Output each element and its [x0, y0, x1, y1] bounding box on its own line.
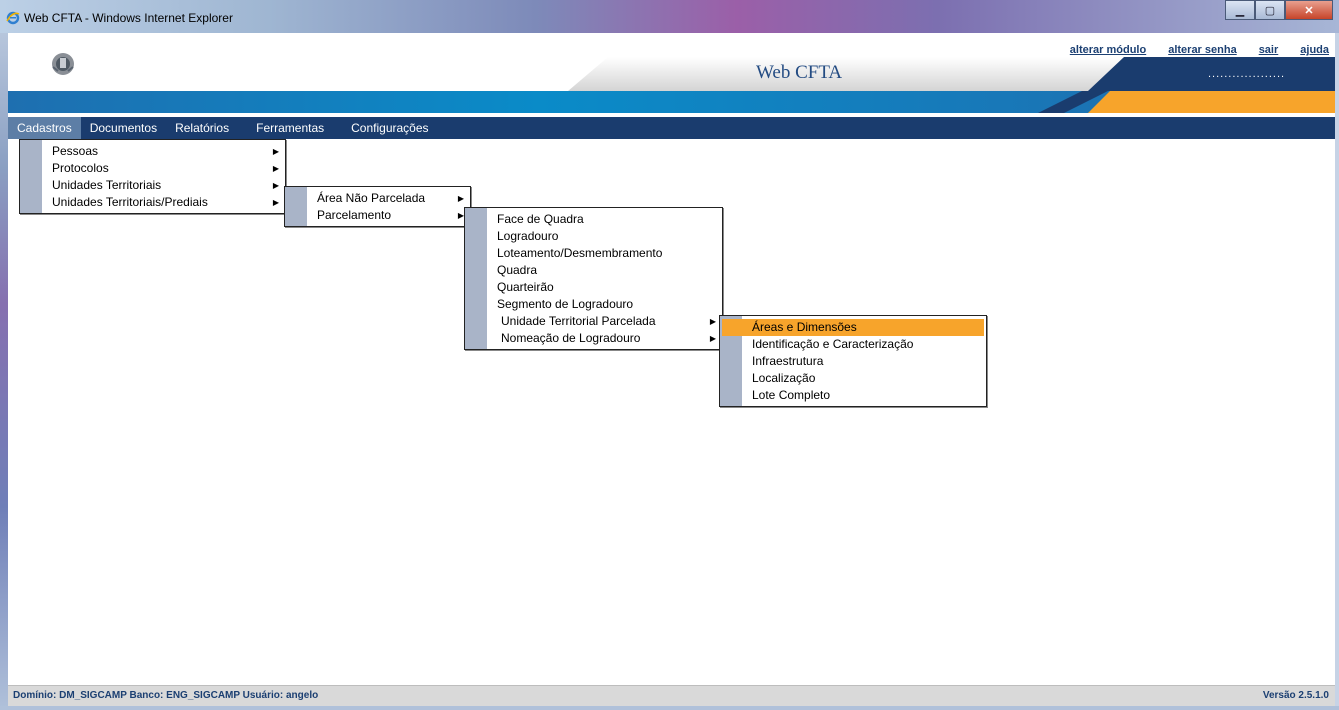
menu-item-label: Pessoas	[52, 144, 99, 158]
window-frame-right	[1335, 33, 1339, 710]
menu-item-areas-e-dimensoes[interactable]: Áreas e Dimensões	[722, 319, 984, 336]
page-content: Web CFTA ................... alterar mód…	[8, 33, 1335, 706]
header-dots: ...................	[1208, 68, 1286, 80]
window-frame-bottom	[0, 706, 1339, 710]
minimize-button[interactable]: ▁	[1225, 0, 1255, 20]
menu-item-face-de-quadra[interactable]: Face de Quadra	[465, 211, 722, 228]
window-titlebar: Web CFTA - Windows Internet Explorer ▁ ▢…	[0, 0, 1339, 33]
sair-link[interactable]: sair	[1259, 44, 1279, 56]
triangle-right-icon: ▶	[272, 181, 279, 190]
menu-item-label: Área Não Parcelada	[317, 191, 426, 205]
header-links: alterar módulo alterar senha sair ajuda	[1070, 44, 1329, 56]
alterar-senha-link[interactable]: alterar senha	[1168, 44, 1236, 56]
menu-item-label: Parcelamento	[317, 208, 392, 222]
menu-item-label: Protocolos	[52, 161, 109, 175]
cadastros-dropdown: Pessoas ▶ Protocolos ▶ Unidades Territoria…	[19, 139, 286, 214]
menu-item-protocolos[interactable]: Protocolos ▶	[20, 160, 285, 177]
menu-item-label: Infraestrutura	[752, 354, 824, 368]
window-title: Web CFTA - Windows Internet Explorer	[24, 11, 233, 25]
triangle-right-icon: ▶	[272, 164, 279, 173]
triangle-right-icon: ▶	[709, 317, 716, 326]
session-info: Domínio: DM_SIGCAMP Banco: ENG_SIGCAMP U…	[13, 690, 319, 701]
menu-item-label: Nomeação de Logradouro	[501, 331, 641, 345]
menu-item-label: Face de Quadra	[497, 212, 584, 226]
triangle-right-icon: ▶	[272, 198, 279, 207]
menu-relatorios[interactable]: Relatórios	[166, 117, 238, 139]
menu-item-label: Unidades Territoriais/Prediais	[52, 195, 208, 209]
unidade-territorial-parcelada-submenu: Áreas e Dimensões Identificação e Caract…	[719, 315, 987, 407]
app-title: Web CFTA	[756, 62, 843, 83]
main-menu-bar: Cadastros Documentos Relatórios Ferramen…	[8, 117, 1335, 139]
menu-item-localizacao[interactable]: Localização	[720, 370, 986, 387]
menu-cadastros[interactable]: Cadastros	[8, 117, 81, 139]
internet-explorer-icon	[6, 11, 20, 25]
menu-item-label: Unidade Territorial Parcelada	[501, 314, 656, 328]
menu-item-label: Lote Completo	[752, 388, 831, 402]
menu-item-label: Quadra	[497, 263, 538, 277]
menu-item-unidades-territoriais-prediais[interactable]: Unidades Territoriais/Prediais ▶	[20, 194, 285, 211]
triangle-right-icon: ▶	[709, 334, 716, 343]
close-button[interactable]: ✕	[1285, 0, 1333, 20]
triangle-right-icon: ▶	[272, 147, 279, 156]
triangle-right-icon: ▶	[457, 194, 464, 203]
header-orange-band	[1088, 91, 1335, 113]
menu-item-infraestrutura[interactable]: Infraestrutura	[720, 353, 986, 370]
menu-item-segmento-de-logradouro[interactable]: Segmento de Logradouro	[465, 296, 722, 313]
alterar-modulo-link[interactable]: alterar módulo	[1070, 44, 1146, 56]
parcelamento-submenu: Face de Quadra Logradouro Loteamento/Des…	[464, 207, 723, 350]
menu-item-identificacao[interactable]: Identificação e Caracterização	[720, 336, 986, 353]
menu-item-label: Loteamento/Desmembramento	[497, 246, 663, 260]
status-bar: Domínio: DM_SIGCAMP Banco: ENG_SIGCAMP U…	[8, 685, 1335, 706]
menu-item-label: Unidades Territoriais	[52, 178, 162, 192]
menu-item-quadra[interactable]: Quadra	[465, 262, 722, 279]
menu-documentos[interactable]: Documentos	[81, 117, 166, 139]
municipal-crest-icon	[52, 53, 74, 75]
menu-item-pessoas[interactable]: Pessoas ▶	[20, 143, 285, 160]
menu-item-loteamento[interactable]: Loteamento/Desmembramento	[465, 245, 722, 262]
menu-item-nomeacao-de-logradouro[interactable]: Nomeação de Logradouro ▶	[465, 330, 722, 347]
menu-item-parcelamento[interactable]: Parcelamento ▶	[285, 207, 470, 224]
menu-item-label: Logradouro	[497, 229, 559, 243]
menu-item-label: Identificação e Caracterização	[752, 337, 914, 351]
menu-item-logradouro[interactable]: Logradouro	[465, 228, 722, 245]
menu-item-quarteirao[interactable]: Quarteirão	[465, 279, 722, 296]
version-label: Versão 2.5.1.0	[1262, 690, 1329, 701]
header-title-band	[568, 57, 1128, 91]
menu-ferramentas[interactable]: Ferramentas	[238, 117, 333, 139]
menu-item-area-nao-parcelada[interactable]: Área Não Parcelada ▶	[285, 190, 470, 207]
window-frame-left	[0, 33, 8, 710]
menu-item-label: Quarteirão	[497, 280, 554, 294]
menu-item-unidades-territoriais[interactable]: Unidades Territoriais ▶	[20, 177, 285, 194]
ajuda-link[interactable]: ajuda	[1300, 44, 1329, 56]
menu-configuracoes[interactable]: Configurações	[333, 117, 437, 139]
menu-item-label: Áreas e Dimensões	[752, 320, 857, 334]
maximize-button[interactable]: ▢	[1255, 0, 1285, 20]
menu-item-label: Localização	[752, 371, 816, 385]
menu-item-unidade-territorial-parcelada[interactable]: Unidade Territorial Parcelada ▶	[465, 313, 722, 330]
unidades-territoriais-submenu: Área Não Parcelada ▶ Parcelamento ▶	[284, 186, 471, 227]
menu-item-lote-completo[interactable]: Lote Completo	[720, 387, 986, 404]
menu-item-label: Segmento de Logradouro	[497, 297, 634, 311]
